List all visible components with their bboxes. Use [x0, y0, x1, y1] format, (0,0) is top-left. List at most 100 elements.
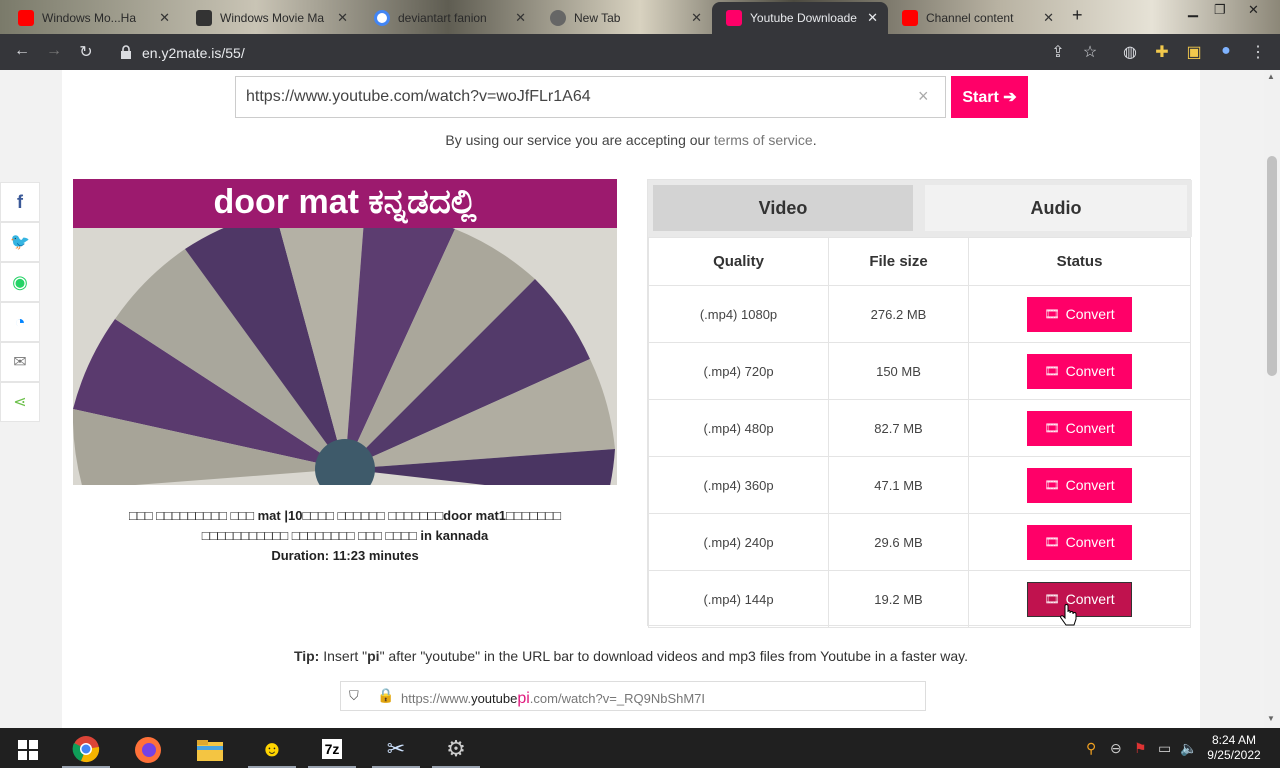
messenger-share-button[interactable]: ◔	[0, 302, 40, 342]
address-bar[interactable]: en.y2mate.is/55/	[108, 38, 1078, 66]
taskbar-file-explorer[interactable]	[186, 732, 234, 768]
chrome-icon	[72, 736, 100, 763]
url-part: https://www.	[401, 691, 472, 706]
more-share-button[interactable]: ⋖	[0, 382, 40, 422]
menu-kebab-icon[interactable]: ⋮	[1248, 42, 1268, 62]
convert-button[interactable]: 🎞 Convert	[1027, 467, 1132, 503]
reload-icon[interactable]: ↻	[76, 42, 96, 62]
browser-tab-6[interactable]: Channel content ✕	[888, 2, 1064, 34]
start-menu-button[interactable]	[4, 732, 52, 768]
title-text: □□□ □□□□□□□□□ □□□	[129, 508, 258, 523]
video-title: □□□ □□□□□□□□□ □□□ mat |10□□□□ □□□□□□ □□□…	[73, 506, 617, 566]
network-icon[interactable]: ▭	[1158, 740, 1171, 757]
terms-link[interactable]: terms of service	[714, 132, 813, 148]
email-share-button[interactable]: ✉	[0, 342, 40, 382]
social-share-bar: f 🐦 ◉ ◔ ✉ ⋖	[0, 182, 40, 422]
browser-tab-1[interactable]: Windows Mo...Ha ✕	[4, 2, 180, 34]
table-row: (.mp4) 240p 29.6 MB 🎞 Convert	[648, 513, 1191, 571]
profile-extension-icon[interactable]: ◍	[1120, 42, 1140, 62]
browser-tab-2[interactable]: Windows Movie Ma ✕	[182, 2, 358, 34]
facebook-share-button[interactable]: f	[0, 182, 40, 222]
browser-tab-3[interactable]: deviantart fanion ✕	[360, 2, 536, 34]
browser-tab-5-active[interactable]: Youtube Downloade ✕	[712, 2, 888, 34]
avatar[interactable]: ●	[1216, 42, 1236, 60]
film-icon: 🎞	[1044, 535, 1060, 549]
browser-tab-4[interactable]: New Tab ✕	[536, 2, 712, 34]
video-thumbnail: door mat ಕನ್ನಡದಲ್ಲಿ	[73, 179, 617, 485]
tab-video[interactable]: Video	[653, 185, 913, 231]
tip-text-part: " after "youtube" in the URL bar to down…	[379, 648, 969, 664]
folder-icon	[197, 740, 223, 761]
flag-tray-icon[interactable]: ⚑	[1134, 740, 1147, 757]
start-button[interactable]: Start ➔	[951, 76, 1028, 118]
youtube-icon	[902, 10, 918, 26]
address-url: en.y2mate.is/55/	[142, 45, 245, 61]
whatsapp-share-button[interactable]: ◉	[0, 262, 40, 302]
scroll-up-icon[interactable]: ▲	[1267, 72, 1275, 81]
file-size-cell: 29.6 MB	[828, 513, 969, 571]
close-icon[interactable]: ✕	[337, 10, 348, 26]
convert-label: Convert	[1065, 420, 1115, 436]
url-part: .com/watch?v=_RQ9NbShM7I	[529, 691, 706, 706]
volume-icon[interactable]: 🔈	[1180, 740, 1197, 757]
film-reel-icon: ⚙	[446, 736, 466, 761]
download-icon	[726, 10, 742, 26]
video-title-line-2: □□□□□□□□□□□ □□□□□□□□ □□□ □□□□ in kannada	[73, 526, 617, 546]
new-tab-button[interactable]: +	[1072, 5, 1083, 26]
close-icon[interactable]: ✕	[867, 10, 878, 26]
web-page: × Start ➔ By using our service you are a…	[0, 70, 1264, 728]
bookmark-star-icon[interactable]: ☆	[1080, 42, 1100, 62]
twitter-share-button[interactable]: 🐦	[0, 222, 40, 262]
tip-label: Tip:	[293, 648, 320, 664]
column-header-status: Status	[968, 237, 1191, 286]
quality-cell: (.mp4) 1080p	[648, 285, 829, 343]
title-text-bold: mat |10	[257, 508, 303, 523]
tab-label: Youtube Downloade	[750, 11, 857, 25]
film-icon: 🎞	[1044, 364, 1060, 378]
lock-icon: 🔒	[377, 687, 395, 703]
taskbar-yahoo-messenger[interactable]: ☻	[248, 732, 296, 768]
tab-audio[interactable]: Audio	[925, 185, 1187, 231]
close-icon[interactable]: ✕	[159, 10, 170, 26]
close-icon[interactable]: ✕	[691, 10, 702, 26]
close-icon[interactable]: ✕	[515, 10, 526, 26]
close-icon[interactable]: ✕	[1043, 10, 1054, 26]
taskbar-paint-app[interactable]: ✂	[372, 732, 420, 768]
tab-label: Windows Movie Ma	[220, 11, 325, 25]
film-icon: 🎞	[1044, 421, 1060, 435]
extensions-puzzle-icon[interactable]: ✚	[1152, 42, 1172, 62]
minimize-icon[interactable]: ▁	[1188, 2, 1198, 18]
video-url-input[interactable]	[246, 88, 906, 106]
convert-button[interactable]: 🎞 Convert	[1027, 353, 1132, 389]
page-scrollbar[interactable]: ▲ ▼	[1264, 70, 1280, 728]
taskbar-movie-maker[interactable]: ⚙	[432, 732, 480, 768]
chrome-icon	[550, 10, 566, 26]
whatsapp-icon: ◉	[12, 271, 28, 292]
column-header-file-size: File size	[828, 237, 969, 286]
scroll-down-icon[interactable]: ▼	[1267, 714, 1275, 723]
window-close-icon[interactable]: ✕	[1248, 2, 1259, 18]
taskbar-chrome[interactable]	[62, 732, 110, 768]
convert-button[interactable]: 🎞 Convert	[1027, 410, 1132, 446]
back-icon[interactable]: ←	[12, 42, 32, 60]
restore-icon[interactable]: ❐	[1214, 2, 1226, 18]
terms-period: .	[812, 132, 817, 148]
convert-button[interactable]: 🎞 Convert	[1027, 524, 1132, 560]
convert-button-hovered[interactable]: 🎞 Convert	[1027, 581, 1132, 617]
share-icon[interactable]: ⇪	[1048, 42, 1068, 62]
quality-cell: (.mp4) 720p	[648, 342, 829, 400]
search-box: ×	[235, 76, 946, 118]
clear-icon[interactable]: ×	[918, 86, 929, 107]
system-clock[interactable]: 8:24 AM 9/25/2022	[1196, 733, 1272, 763]
email-icon: ✉	[13, 354, 27, 371]
youtube-icon	[18, 10, 34, 26]
scroll-thumb[interactable]	[1267, 156, 1277, 376]
minus-tray-icon[interactable]: ⊖	[1110, 740, 1122, 757]
taskbar-firefox[interactable]	[124, 732, 172, 768]
thumbnail-title: door mat ಕನ್ನಡದಲ್ಲಿ	[73, 179, 617, 228]
convert-button[interactable]: 🎞 Convert	[1027, 296, 1132, 332]
search-tray-icon[interactable]: ⚲	[1086, 740, 1096, 757]
forward-icon[interactable]: →	[44, 42, 64, 60]
taskbar-7zip[interactable]: 7z	[308, 732, 356, 768]
side-panel-icon[interactable]: ▣	[1184, 42, 1204, 62]
